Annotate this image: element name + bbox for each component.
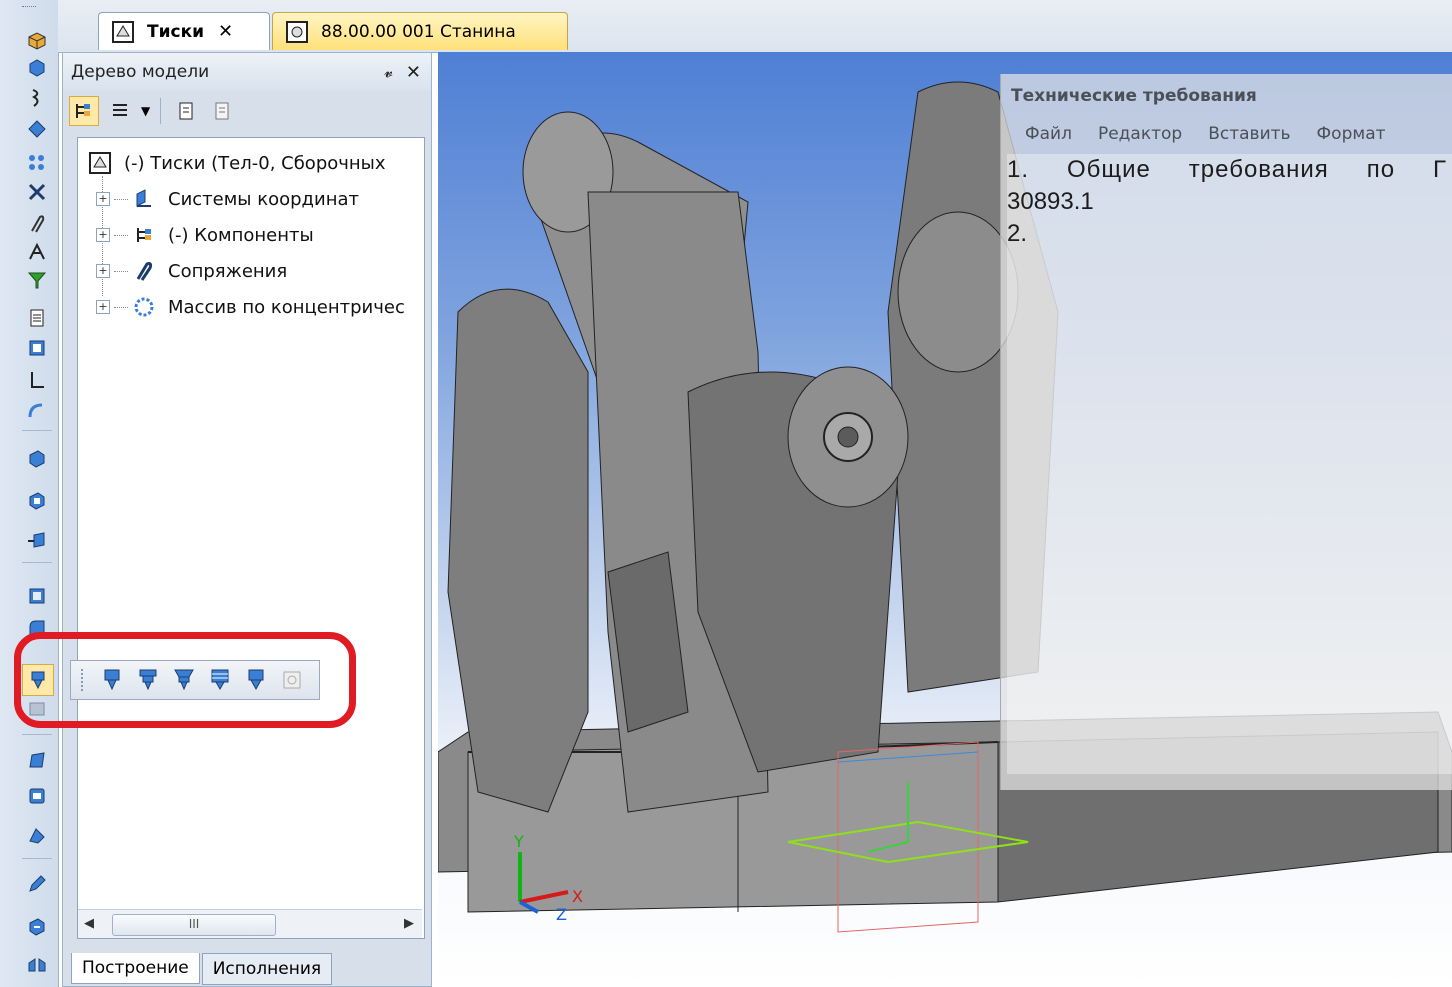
- menu-format[interactable]: Формат: [1317, 124, 1386, 144]
- mirror-icon[interactable]: [24, 952, 50, 976]
- coordinate-system-icon: [132, 187, 156, 211]
- concentric-array-icon: [132, 295, 156, 319]
- req-word: Общие: [1066, 156, 1151, 183]
- shell-icon[interactable]: [24, 584, 50, 608]
- red-highlight-outline: [14, 632, 356, 728]
- menu-insert[interactable]: Вставить: [1208, 124, 1290, 144]
- tech-requirements-text[interactable]: 1. Общие требования по Г 30893.1 2.: [1007, 154, 1452, 774]
- tree-structure-icon[interactable]: [69, 96, 99, 126]
- assembly-icon: [88, 151, 112, 175]
- req-line-3: 2.: [1007, 220, 1028, 247]
- move-component-icon[interactable]: [24, 180, 50, 204]
- menu-file[interactable]: Файл: [1025, 124, 1072, 144]
- horizontal-scrollbar[interactable]: ◀ III ▶: [78, 909, 422, 938]
- tech-menu-bar: Файл Редактор Вставить Формат: [1025, 124, 1386, 144]
- req-word: требования: [1188, 156, 1329, 183]
- tree-item-concentric-array[interactable]: + Массив по концентричес: [96, 290, 405, 324]
- mate-icon[interactable]: [24, 212, 50, 236]
- expand-icon[interactable]: +: [96, 300, 110, 314]
- tab-label: 88.00.00 001 Станина: [321, 21, 516, 42]
- tree-item-components[interactable]: + (-) Компоненты: [96, 218, 314, 252]
- technical-requirements-panel: Технические требования Файл Редактор Вст…: [1000, 74, 1452, 790]
- panel-bottom-tabs: Построение Исполнения: [71, 953, 334, 985]
- tree-view: (-) Тиски (Тел-0, Сборочных + Системы ко…: [77, 137, 425, 939]
- panel-title-bar: Дерево модели 𝓿 ✕: [63, 53, 431, 91]
- axis-icon[interactable]: [24, 368, 50, 392]
- panel-title: Дерево модели: [71, 62, 210, 82]
- tab-construction[interactable]: Построение: [71, 953, 200, 984]
- section-icon[interactable]: [24, 824, 50, 848]
- tree-item-mates[interactable]: + Сопряжения: [96, 254, 287, 288]
- tree-root[interactable]: (-) Тиски (Тел-0, Сборочных: [88, 146, 386, 180]
- axis-z-label: Z: [556, 905, 567, 924]
- pencil-icon[interactable]: [24, 872, 50, 896]
- menu-editor[interactable]: Редактор: [1098, 124, 1182, 144]
- kinematic-icon[interactable]: [24, 528, 50, 552]
- expand-icon[interactable]: +: [96, 192, 110, 206]
- tab-tiski[interactable]: Тиски ✕: [98, 12, 270, 50]
- document-icon[interactable]: [24, 306, 50, 330]
- export-icon[interactable]: [207, 96, 237, 126]
- tree-item-coordinate-systems[interactable]: + Системы координат: [96, 182, 359, 216]
- properties-icon[interactable]: [171, 96, 201, 126]
- rotation-icon[interactable]: [24, 488, 50, 512]
- scroll-thumb[interactable]: III: [112, 914, 276, 936]
- req-word: по: [1366, 156, 1396, 183]
- expand-icon[interactable]: +: [96, 228, 110, 242]
- cut-rotation-icon[interactable]: [24, 784, 50, 808]
- scroll-right-icon[interactable]: ▶: [404, 916, 414, 931]
- tree-item-label: Массив по концентричес: [168, 296, 405, 318]
- frame-icon[interactable]: [24, 336, 50, 360]
- expand-icon[interactable]: +: [96, 264, 110, 278]
- component-icon[interactable]: [24, 28, 50, 52]
- cut-extrude-icon[interactable]: [24, 748, 50, 772]
- part-icon[interactable]: [24, 56, 50, 80]
- req-line-2: 30893.1: [1007, 188, 1094, 215]
- left-vertical-toolbar: [0, 0, 59, 987]
- part-document-icon: [286, 20, 308, 43]
- sketch-icon[interactable]: [24, 240, 50, 264]
- tech-panel-title: Технические требования: [1011, 86, 1257, 106]
- tree-toolbar: ▼: [69, 93, 369, 129]
- tree-item-label: (-) Компоненты: [168, 224, 314, 246]
- tree-item-label: Сопряжения: [168, 260, 288, 282]
- axis-y-label: Y: [513, 832, 524, 851]
- close-tab-icon[interactable]: ✕: [218, 21, 233, 42]
- model-tree-panel: Дерево модели 𝓿 ✕ ▼ (-) Тиски (Тел-0, Сб…: [62, 52, 432, 987]
- req-word: Г: [1432, 156, 1447, 183]
- dropdown-arrow-icon[interactable]: ▼: [141, 104, 150, 118]
- tab-stanina[interactable]: 88.00.00 001 Станина: [272, 12, 568, 50]
- array-icon[interactable]: [24, 914, 50, 938]
- tab-versions[interactable]: Исполнения: [201, 953, 333, 985]
- req-word: 1.: [1007, 156, 1030, 183]
- curve-icon[interactable]: [24, 398, 50, 422]
- toolbar-grip[interactable]: [22, 6, 36, 10]
- extrude-icon[interactable]: [24, 446, 50, 470]
- mates-icon: [132, 259, 156, 283]
- pin-icon[interactable]: 𝓿: [384, 62, 393, 82]
- close-panel-icon[interactable]: ✕: [406, 62, 421, 83]
- spring-icon[interactable]: [24, 86, 50, 110]
- filter-icon[interactable]: [24, 268, 50, 292]
- tab-label: Тиски: [147, 21, 205, 42]
- axis-x-label: X: [572, 887, 583, 906]
- plane-icon[interactable]: [24, 116, 50, 140]
- assembly-icon: [112, 20, 134, 43]
- tree-list-icon[interactable]: [105, 96, 135, 126]
- tree-root-label: (-) Тиски (Тел-0, Сборочных: [124, 152, 386, 174]
- scroll-left-icon[interactable]: ◀: [84, 916, 94, 931]
- document-tab-strip: Тиски ✕ 88.00.00 001 Станина: [58, 0, 1452, 53]
- components-icon: [132, 223, 156, 247]
- points-array-icon[interactable]: [24, 150, 50, 174]
- tree-item-label: Системы координат: [168, 188, 359, 210]
